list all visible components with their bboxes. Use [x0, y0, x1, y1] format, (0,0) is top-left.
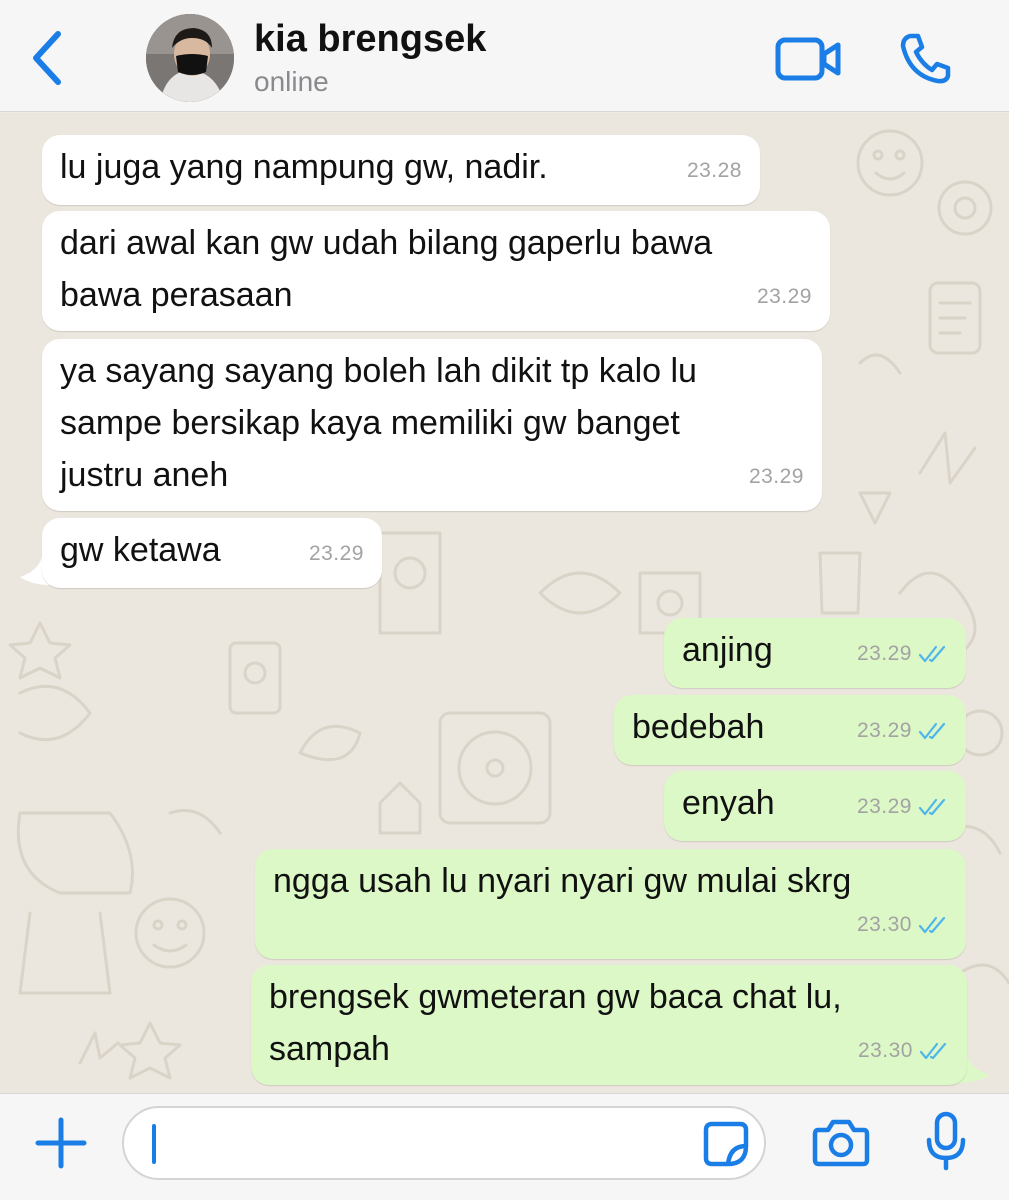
outgoing-message[interactable]: brengsek gwmeteran gw baca chat lu, samp… [251, 965, 967, 1085]
plus-icon [35, 1117, 87, 1169]
outgoing-message[interactable]: ngga usah lu nyari nyari gw mulai skrg 2… [255, 849, 966, 959]
message-list[interactable]: lu juga yang nampung gw, nadir. 23.28 da… [0, 113, 1009, 1093]
video-call-icon [775, 37, 841, 81]
outgoing-message[interactable]: enyah 23.29 [664, 771, 966, 841]
message-text: dari awal kan gw udah bilang gaperlu baw… [60, 224, 713, 314]
composer-bar [0, 1093, 1009, 1200]
back-button[interactable] [28, 28, 68, 88]
message-time: 23.29 [857, 781, 948, 833]
message-input[interactable] [122, 1106, 766, 1180]
avatar[interactable] [146, 14, 234, 102]
sticker-button[interactable] [702, 1120, 750, 1168]
outgoing-message[interactable]: anjing 23.29 [664, 618, 966, 688]
contact-name[interactable]: kia brengsek [254, 18, 486, 61]
back-chevron-icon [33, 31, 61, 85]
text-cursor [152, 1124, 156, 1164]
video-call-button[interactable] [774, 34, 844, 84]
voice-call-button[interactable] [898, 30, 954, 86]
message-time: 23.29 [308, 542, 364, 565]
double-check-icon [918, 916, 946, 934]
incoming-message[interactable]: gw ketawa 23.29 [42, 518, 382, 588]
message-time: 23.29 [857, 705, 948, 757]
incoming-message[interactable]: ya sayang sayang boleh lah dikit tp kalo… [42, 339, 822, 511]
message-time: 23.30 [858, 1025, 949, 1077]
double-check-icon [919, 1042, 947, 1060]
camera-icon [812, 1119, 870, 1167]
message-time: 23.29 [748, 465, 804, 488]
outgoing-message[interactable]: bedebah 23.29 [614, 695, 966, 765]
message-text: ya sayang sayang boleh lah dikit tp kalo… [60, 352, 697, 494]
attach-button[interactable] [34, 1116, 88, 1170]
phone-icon [900, 33, 951, 84]
message-time: 23.29 [756, 285, 812, 308]
microphone-icon [926, 1111, 966, 1171]
message-text: ngga usah lu nyari nyari gw mulai skrg [273, 862, 852, 900]
message-time: 23.29 [857, 628, 948, 680]
message-text: lu juga yang nampung gw, nadir. [60, 148, 548, 186]
chat-header: kia brengsek online [0, 0, 1009, 112]
message-time: 23.30 [857, 899, 948, 951]
incoming-message[interactable]: dari awal kan gw udah bilang gaperlu baw… [42, 211, 830, 331]
contact-status: online [254, 66, 329, 97]
incoming-message[interactable]: lu juga yang nampung gw, nadir. 23.28 [42, 135, 760, 205]
microphone-button[interactable] [924, 1110, 968, 1174]
message-text: brengsek gwmeteran gw baca chat lu, samp… [269, 978, 842, 1068]
message-time: 23.28 [686, 159, 742, 182]
sticker-icon [703, 1121, 749, 1167]
double-check-icon [918, 798, 946, 816]
double-check-icon [918, 645, 946, 663]
camera-button[interactable] [812, 1116, 870, 1168]
double-check-icon [918, 722, 946, 740]
